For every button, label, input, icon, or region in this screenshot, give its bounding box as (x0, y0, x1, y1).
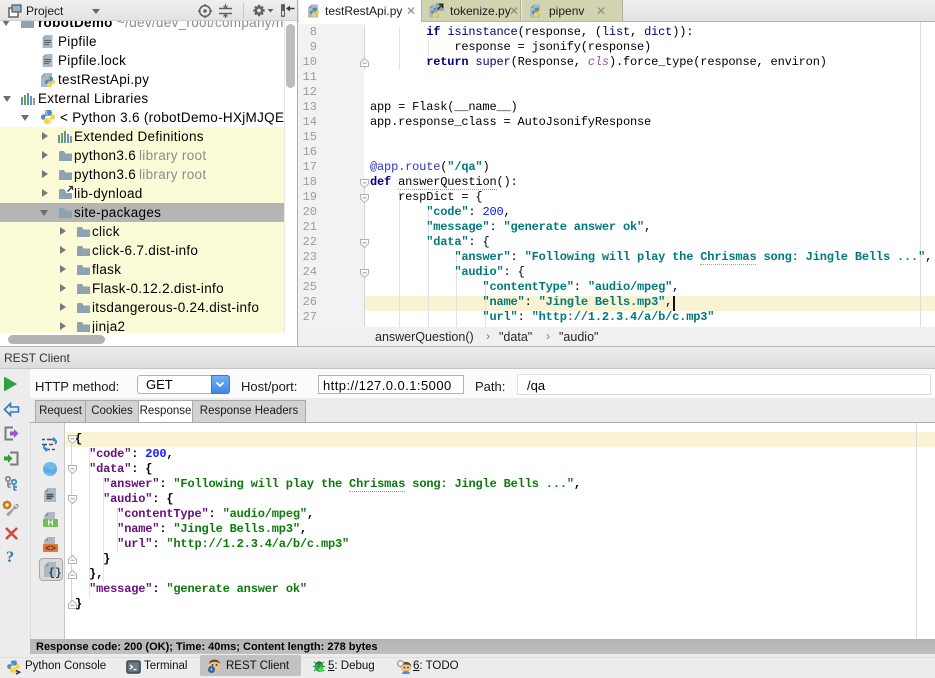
svg-text:H: H (48, 519, 54, 528)
svg-text:<>: <> (45, 543, 56, 553)
svg-text:{}: {} (48, 568, 61, 580)
